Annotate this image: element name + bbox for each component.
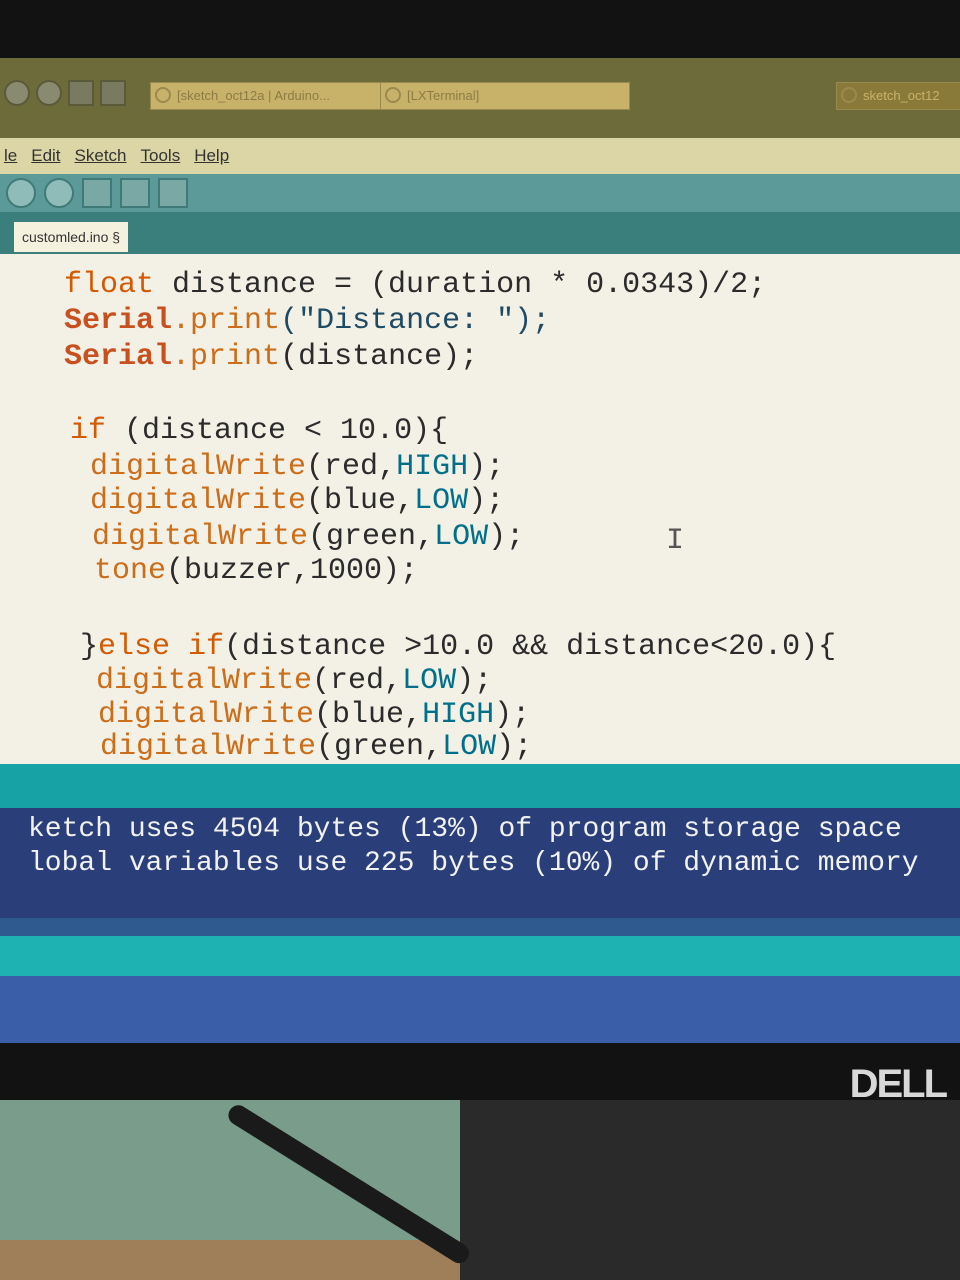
code-token-text: (red, (312, 664, 403, 698)
code-token-text: (blue, (306, 484, 415, 518)
code-token-text: ); (468, 450, 505, 484)
code-token-function: tone (94, 554, 167, 588)
code-token-function: digitalWrite (90, 484, 307, 518)
menu-edit[interactable]: Edit (31, 146, 60, 166)
code-token-function: digitalWrite (98, 698, 315, 732)
verify-icon[interactable] (6, 178, 36, 208)
code-token-text: } (80, 630, 99, 664)
new-icon[interactable] (82, 178, 112, 208)
taskbar: [sketch_oct12a | Arduino... [LXTerminal]… (0, 58, 960, 138)
code-token-text: ); (456, 664, 493, 698)
code-token-function: digitalWrite (90, 450, 307, 484)
menu-bar: le Edit Sketch Tools Help (0, 138, 960, 174)
terminal-icon[interactable] (100, 80, 126, 106)
code-line: }else if(distance >10.0 && distance<20.0… (80, 630, 836, 664)
code-token-keyword: float (64, 268, 155, 302)
code-token-function: digitalWrite (96, 664, 313, 698)
code-line: Serial.print(distance); (64, 340, 478, 374)
code-token-text: (red, (306, 450, 397, 484)
code-token-object: Serial (64, 304, 173, 338)
code-line: digitalWrite(blue,HIGH); (98, 698, 530, 732)
terminal-small-icon (385, 87, 401, 103)
toolbar (0, 174, 960, 212)
arduino-icon (841, 87, 857, 103)
code-token-text: (distance < 10.0){ (106, 414, 449, 448)
editor-console-divider[interactable] (0, 764, 960, 808)
file-manager-icon[interactable] (68, 80, 94, 106)
code-token-keyword: if (70, 414, 107, 448)
taskbar-task-terminal[interactable]: [LXTerminal] (380, 82, 630, 110)
open-icon[interactable] (120, 178, 150, 208)
code-line: Serial.print("Distance: "); (64, 304, 550, 338)
code-token-object: Serial (64, 340, 173, 374)
code-line: float distance = (duration * 0.0343)/2; (64, 268, 766, 302)
desk-wood (0, 1240, 460, 1280)
code-line: digitalWrite(red,HIGH); (90, 450, 504, 484)
code-token-constant: LOW (414, 484, 469, 518)
code-token-text: (distance); (280, 340, 479, 374)
code-token-text: ); (496, 730, 533, 764)
taskbar-task-sketch[interactable]: sketch_oct12 (836, 82, 960, 110)
code-token-function: digitalWrite (100, 730, 317, 764)
tab-row: customled.ino § (0, 212, 960, 254)
code-token-function: .print (172, 340, 281, 374)
task-label: [sketch_oct12a | Arduino... (177, 88, 330, 103)
code-line: if (distance < 10.0){ (70, 414, 448, 448)
code-token-constant: LOW (442, 730, 497, 764)
code-token-text: (buzzer,1000); (166, 554, 419, 588)
code-line: digitalWrite(blue,LOW); (90, 484, 504, 518)
taskbar-launchers (4, 80, 126, 106)
monitor-stand (460, 1100, 960, 1280)
menu-help[interactable]: Help (194, 146, 229, 166)
code-token-text: (green, (316, 730, 443, 764)
menu-tools[interactable]: Tools (141, 146, 181, 166)
code-token-keyword: else if (98, 630, 225, 664)
code-editor[interactable]: float distance = (duration * 0.0343)/2; … (0, 254, 960, 764)
app-launcher-icon[interactable] (4, 80, 30, 106)
console-line: lobal variables use 225 bytes (10%) of d… (28, 848, 919, 879)
code-line: digitalWrite(red,LOW); (96, 664, 492, 698)
code-token-text: (blue, (314, 698, 423, 732)
code-token-text: ); (468, 484, 505, 518)
task-label: sketch_oct12 (863, 88, 940, 103)
browser-icon[interactable] (36, 80, 62, 106)
code-token-function: digitalWrite (92, 520, 309, 554)
code-line: digitalWrite(green,LOW); (92, 520, 524, 554)
code-token-function: .print (172, 304, 281, 338)
code-token-text: ); (494, 698, 531, 732)
output-console: ketch uses 4504 bytes (13%) of program s… (0, 808, 960, 918)
desktop-background (0, 976, 960, 1043)
save-icon[interactable] (158, 178, 188, 208)
menu-sketch[interactable]: Sketch (75, 146, 127, 166)
code-token-constant: LOW (434, 520, 489, 554)
desk-area (0, 1100, 960, 1280)
code-token-constant: HIGH (396, 450, 469, 484)
tab-customled[interactable]: customled.ino § (14, 222, 129, 252)
taskbar-task-arduino[interactable]: [sketch_oct12a | Arduino... (150, 82, 406, 110)
code-token-text: ("Distance: "); (280, 304, 551, 338)
text-cursor-icon: I (666, 524, 685, 558)
task-label: [LXTerminal] (407, 88, 480, 103)
code-line: tone(buzzer,1000); (94, 554, 418, 588)
screen: [sketch_oct12a | Arduino... [LXTerminal]… (0, 58, 960, 1043)
code-token-text: (distance >10.0 && distance<20.0){ (224, 630, 837, 664)
upload-icon[interactable] (44, 178, 74, 208)
status-bar (0, 936, 960, 976)
code-token-text: (green, (308, 520, 435, 554)
console-line: ketch uses 4504 bytes (13%) of program s… (28, 814, 902, 845)
code-token-text: ); (488, 520, 525, 554)
code-token-text: distance = (duration * 0.0343)/2; (154, 268, 767, 302)
menu-file[interactable]: le (4, 146, 17, 166)
arduino-icon (155, 87, 171, 103)
code-token-constant: HIGH (422, 698, 495, 732)
code-line: digitalWrite(green,LOW); (100, 730, 532, 764)
code-token-constant: LOW (402, 664, 457, 698)
